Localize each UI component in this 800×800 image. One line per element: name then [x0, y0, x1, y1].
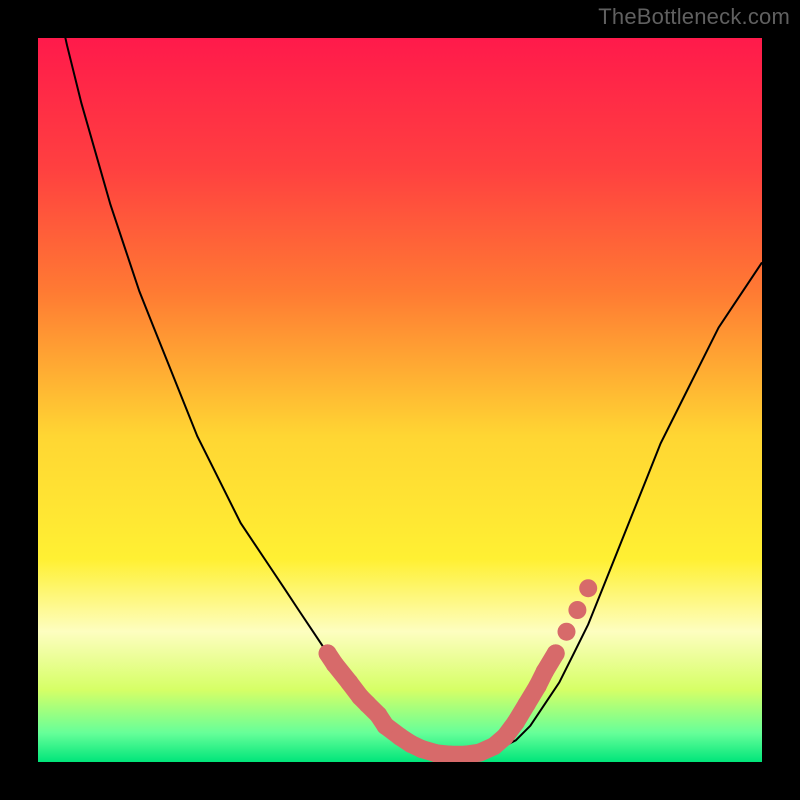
curve-marker [579, 579, 597, 597]
watermark-label: TheBottleneck.com [598, 4, 790, 30]
curve-marker [340, 673, 358, 691]
curve-marker [558, 623, 576, 641]
chart-frame: TheBottleneck.com [0, 0, 800, 800]
curve-marker [377, 717, 395, 735]
plot-area [38, 38, 762, 762]
curve-marker [518, 695, 536, 713]
marker-layer [38, 38, 762, 762]
curve-marker [507, 713, 525, 731]
curve-marker [536, 663, 554, 681]
curve-marker [547, 644, 565, 662]
curve-marker [568, 601, 586, 619]
curve-marker [326, 655, 344, 673]
curve-marker [496, 728, 514, 746]
